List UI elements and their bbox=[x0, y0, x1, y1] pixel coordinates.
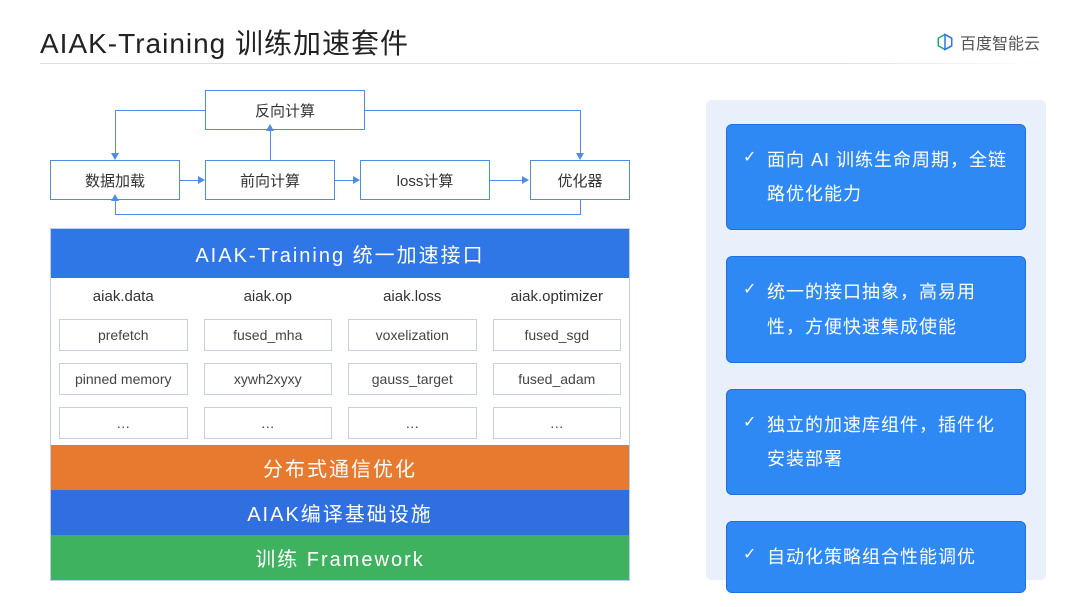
stack-col-head: aiak.data bbox=[51, 278, 196, 313]
feature-card: 面向 AI 训练生命周期，全链路优化能力 bbox=[726, 124, 1026, 230]
flow-box-optimizer: 优化器 bbox=[530, 160, 630, 200]
feature-card: 自动化策略组合性能调优 bbox=[726, 521, 1026, 593]
stack-cell: … bbox=[204, 407, 333, 439]
stack-bar-framework: 训练 Framework bbox=[51, 535, 629, 580]
hexagon-icon bbox=[936, 33, 954, 51]
brand-text: 百度智能云 bbox=[960, 30, 1040, 54]
stack-container: AIAK-Training 统一加速接口 aiak.data aiak.op a… bbox=[50, 228, 630, 581]
stack-bar-compiler: AIAK编译基础设施 bbox=[51, 490, 629, 535]
stack-cell: … bbox=[348, 407, 477, 439]
flow-box-backward: 反向计算 bbox=[205, 90, 365, 130]
flow-box-loss: loss计算 bbox=[360, 160, 490, 200]
stack-cell: … bbox=[493, 407, 622, 439]
stack-cell: … bbox=[59, 407, 188, 439]
stack-cell: gauss_target bbox=[348, 363, 477, 395]
stack-cell: fused_mha bbox=[204, 319, 333, 351]
brand-logo: 百度智能云 bbox=[936, 30, 1040, 54]
stack-col-head: aiak.optimizer bbox=[485, 278, 630, 313]
feature-card: 统一的接口抽象，高易用性，方便快速集成使能 bbox=[726, 256, 1026, 362]
page-title: AIAK-Training 训练加速套件 bbox=[40, 22, 409, 62]
stack-bar-distributed: 分布式通信优化 bbox=[51, 445, 629, 490]
stack-col-head: aiak.loss bbox=[340, 278, 485, 313]
feature-card: 独立的加速库组件，插件化安装部署 bbox=[726, 389, 1026, 495]
stack-cell: pinned memory bbox=[59, 363, 188, 395]
stack-cell: voxelization bbox=[348, 319, 477, 351]
stack-cell: fused_sgd bbox=[493, 319, 622, 351]
stack-cell: xywh2xyxy bbox=[204, 363, 333, 395]
stack-cell: fused_adam bbox=[493, 363, 622, 395]
stack-cell: prefetch bbox=[59, 319, 188, 351]
feature-panel: 面向 AI 训练生命周期，全链路优化能力 统一的接口抽象，高易用性，方便快速集成… bbox=[706, 100, 1046, 580]
stack-col-head: aiak.op bbox=[196, 278, 341, 313]
flow-box-forward: 前向计算 bbox=[205, 160, 335, 200]
stack-grid: aiak.data aiak.op aiak.loss aiak.optimiz… bbox=[51, 278, 629, 445]
stack-header: AIAK-Training 统一加速接口 bbox=[51, 229, 629, 278]
